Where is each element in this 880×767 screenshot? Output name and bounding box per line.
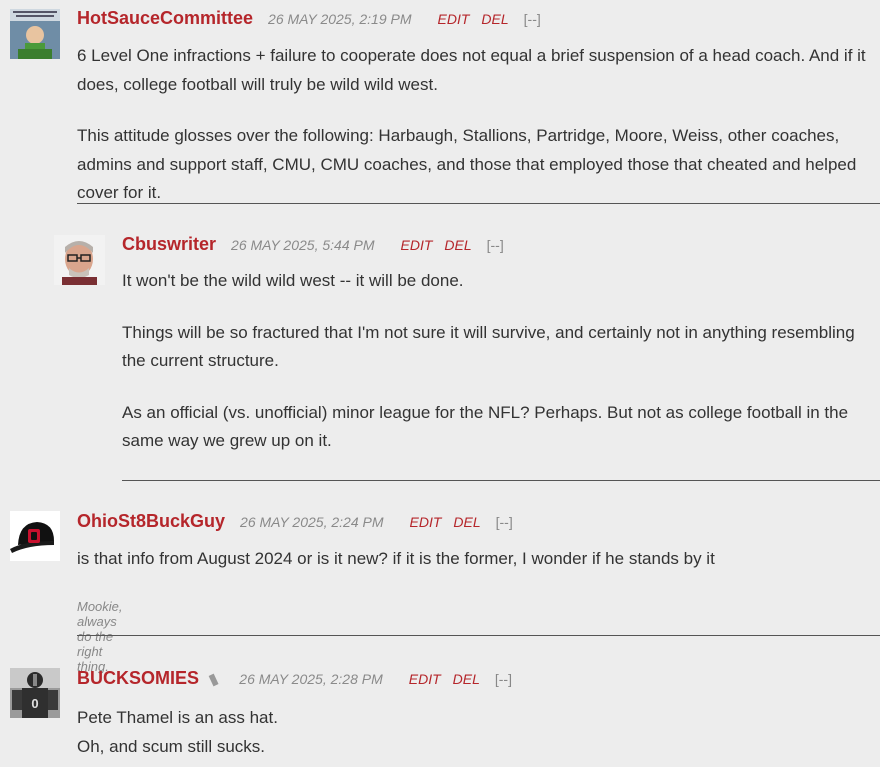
comment-paragraph: As an official (vs. unofficial) minor le… xyxy=(122,402,849,451)
collapse-toggle[interactable]: [--] xyxy=(495,671,512,687)
avatar[interactable] xyxy=(10,511,60,561)
edit-link[interactable]: EDIT xyxy=(438,11,470,27)
delete-link[interactable]: DEL xyxy=(444,237,471,253)
divider xyxy=(77,203,880,204)
comment-body: 6 Level One infractions + failure to coo… xyxy=(77,42,872,208)
timestamp: 26 MAY 2025, 2:24 PM xyxy=(240,514,384,530)
delete-link[interactable]: DEL xyxy=(453,671,480,687)
username-link[interactable]: BUCKSOMIES xyxy=(77,668,199,689)
comment-header: OhioSt8BuckGuy 26 MAY 2025, 2:24 PM EDIT… xyxy=(77,511,513,532)
divider xyxy=(77,635,880,636)
timestamp: 26 MAY 2025, 2:28 PM xyxy=(239,671,383,687)
comment-paragraph: 6 Level One infractions + failure to coo… xyxy=(77,46,866,94)
avatar[interactable] xyxy=(54,235,105,285)
timestamp: 26 MAY 2025, 2:19 PM xyxy=(268,11,412,27)
svg-text:0: 0 xyxy=(31,696,38,711)
collapse-toggle[interactable]: [--] xyxy=(487,237,504,253)
user-signature: Mookie, always do the right thing. xyxy=(77,599,123,674)
comment-paragraph: is that info from August 2024 or is it n… xyxy=(77,549,715,568)
timestamp: 26 MAY 2025, 5:44 PM xyxy=(231,237,375,253)
comment-paragraph: Things will be so fractured that I'm not… xyxy=(122,322,855,371)
comment-body: Pete Thamel is an ass hat. Oh, and scum … xyxy=(77,704,872,761)
comment-paragraph: It won't be the wild wild west -- it wil… xyxy=(122,271,464,290)
delete-link[interactable]: DEL xyxy=(481,11,508,27)
divider xyxy=(122,480,880,481)
edit-link[interactable]: EDIT xyxy=(409,671,441,687)
comment-paragraph: Oh, and scum still sucks. xyxy=(77,736,266,756)
comment-body: It won't be the wild wild west -- it wil… xyxy=(122,267,874,456)
badge-icon: ▮ xyxy=(206,670,221,689)
comment-paragraph: This attitude glosses over the following… xyxy=(77,126,857,202)
username-link[interactable]: Cbuswriter xyxy=(122,234,216,255)
edit-link[interactable]: EDIT xyxy=(401,237,433,253)
edit-link[interactable]: EDIT xyxy=(410,514,442,530)
avatar[interactable]: 0 xyxy=(10,668,60,718)
avatar[interactable] xyxy=(10,9,60,59)
username-link[interactable]: OhioSt8BuckGuy xyxy=(77,511,225,532)
comment-paragraph: Pete Thamel is an ass hat. xyxy=(77,708,278,727)
comment-body: is that info from August 2024 or is it n… xyxy=(77,545,872,574)
username-link[interactable]: HotSauceCommittee xyxy=(77,8,253,29)
collapse-toggle[interactable]: [--] xyxy=(524,11,541,27)
comment-header: HotSauceCommittee 26 MAY 2025, 2:19 PM E… xyxy=(77,8,541,29)
collapse-toggle[interactable]: [--] xyxy=(496,514,513,530)
delete-link[interactable]: DEL xyxy=(453,514,480,530)
comment-header: BUCKSOMIES ▮ 26 MAY 2025, 2:28 PM EDIT D… xyxy=(77,668,512,689)
comment-header: Cbuswriter 26 MAY 2025, 5:44 PM EDIT DEL… xyxy=(122,234,504,255)
